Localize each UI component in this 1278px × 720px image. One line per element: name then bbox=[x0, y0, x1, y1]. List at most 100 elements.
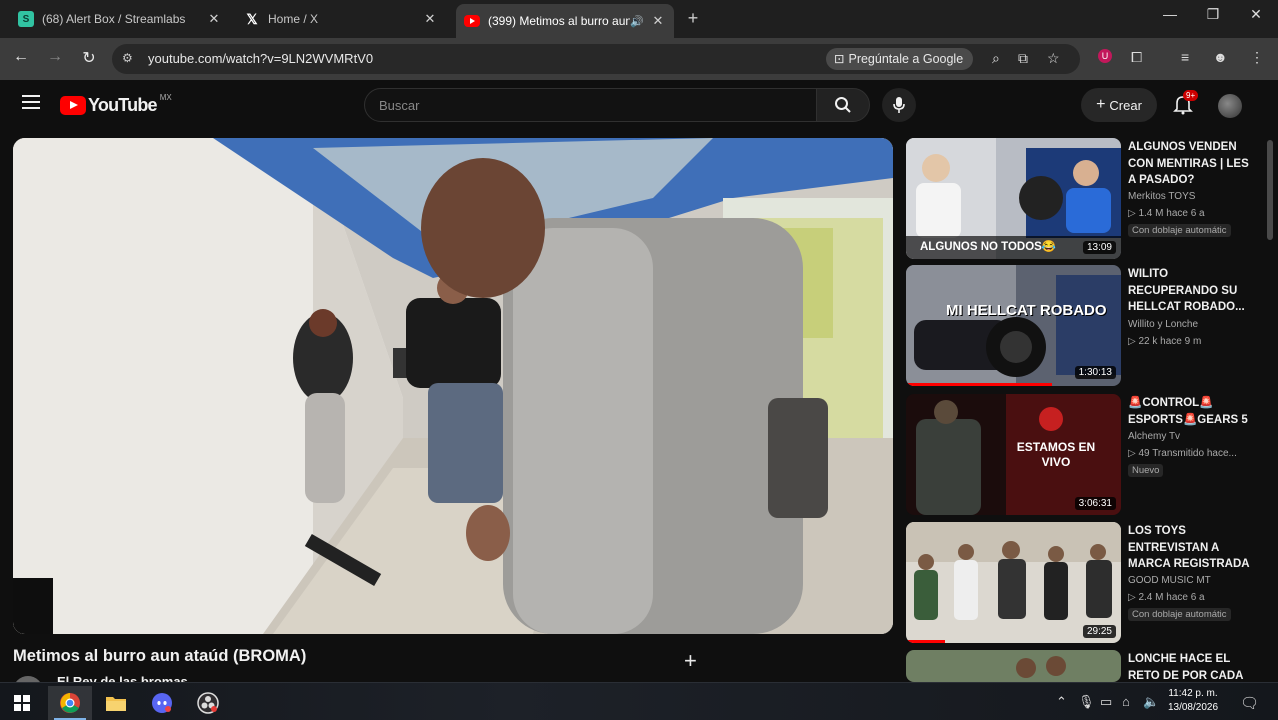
youtube-masthead: YouTube MX Buscar + Crear 9+ bbox=[0, 80, 1278, 130]
thumbnail-caption: ESTAMOS EN VIVO bbox=[1016, 440, 1096, 469]
video-player[interactable] bbox=[13, 138, 893, 634]
taskbar-discord[interactable] bbox=[140, 686, 184, 720]
notifications-center-icon[interactable]: 🗨 bbox=[1240, 694, 1259, 712]
recommendation-channel[interactable]: GOOD MUSIC MT bbox=[1128, 575, 1211, 586]
search-input[interactable]: Buscar bbox=[364, 88, 818, 122]
duration-badge: 29:25 bbox=[1082, 625, 1116, 638]
youtube-wordmark: YouTube bbox=[88, 95, 158, 115]
close-tab-icon[interactable]: ✕ bbox=[650, 13, 666, 29]
tab-youtube-active[interactable]: (399) Metimos al burro aun 🔊 ✕ bbox=[456, 4, 674, 38]
scrollbar-thumb[interactable] bbox=[1267, 140, 1273, 240]
video-thumbnail[interactable]: ALGUNOS NO TODOS😂 13:09 bbox=[906, 138, 1121, 259]
speaker-icon[interactable]: 🔊 bbox=[630, 15, 644, 28]
system-clock[interactable]: 11:42 p. m. 13/08/2026 bbox=[1162, 687, 1224, 715]
recommendation-card[interactable]: ALGUNOS NO TODOS😂 13:09 ALGUNOS VENDEN C… bbox=[906, 138, 1262, 262]
extensions-puzzle-icon[interactable]: ⧠ bbox=[1131, 49, 1142, 66]
recommendation-title[interactable]: LOS TOYS ENTREVISTAN A MARCA REGISTRADA bbox=[1128, 523, 1256, 573]
forward-button[interactable]: → bbox=[44, 48, 66, 66]
ask-google-button[interactable]: ⊡ Pregúntale a Google bbox=[826, 48, 974, 70]
obs-icon bbox=[197, 692, 219, 714]
tab-title: (68) Alert Box / Streamlabs bbox=[42, 12, 186, 26]
duration-badge: 13:09 bbox=[1082, 241, 1116, 254]
search-button[interactable] bbox=[816, 88, 870, 122]
lens-icon: ⊡ bbox=[834, 52, 845, 66]
recommendation-meta: ▷ 22 k hace 9 m bbox=[1128, 336, 1202, 347]
restore-button[interactable]: ❐ bbox=[1198, 6, 1228, 23]
country-code: MX bbox=[159, 93, 172, 102]
browser-tab-strip: S (68) Alert Box / Streamlabs ✕ 𝕏 Home /… bbox=[0, 0, 1278, 38]
ask-google-label: Pregúntale a Google bbox=[848, 52, 964, 66]
minimize-button[interactable]: — bbox=[1155, 6, 1185, 22]
windows-logo-icon bbox=[14, 695, 30, 711]
address-bar[interactable]: ⚙ youtube.com/watch?v=9LN2WVMRtV0 ⊡ Pregú… bbox=[112, 44, 1080, 74]
battery-icon[interactable]: ▭ bbox=[1100, 694, 1112, 710]
url-text[interactable]: youtube.com/watch?v=9LN2WVMRtV0 bbox=[148, 51, 373, 66]
extension-icon[interactable]: U bbox=[1098, 49, 1112, 63]
back-button[interactable]: ← bbox=[10, 48, 32, 66]
taskbar-obs[interactable] bbox=[186, 686, 230, 720]
menu-icon[interactable] bbox=[22, 95, 40, 113]
browser-toolbar: ← → ↻ ⚙ youtube.com/watch?v=9LN2WVMRtV0 … bbox=[0, 38, 1278, 80]
recommendation-card[interactable]: ESTAMOS EN VIVO 3:06:31 🚨CONTROL🚨 ESPORT… bbox=[906, 394, 1262, 518]
windows-taskbar: ⌃ 🎙 ▭ ⌂ 🔈 11:42 p. m. 13/08/2026 🗨 bbox=[0, 682, 1278, 720]
new-tab-button[interactable]: + bbox=[683, 8, 703, 29]
reload-button[interactable]: ↻ bbox=[78, 48, 100, 68]
tab-title: Home / X bbox=[268, 12, 319, 26]
profile-icon[interactable]: ☻ bbox=[1213, 49, 1228, 65]
recommendation-card[interactable]: 29:25 LOS TOYS ENTREVISTAN A MARCA REGIS… bbox=[906, 522, 1262, 646]
taskbar-file-explorer[interactable] bbox=[94, 686, 138, 720]
recommendation-title[interactable]: ALGUNOS VENDEN CON MENTIRAS | LES A PASA… bbox=[1128, 139, 1256, 189]
recommendation-title[interactable]: WILITO RECUPERANDO SU HELLCAT ROBADO... bbox=[1128, 266, 1256, 316]
tab-streamlabs[interactable]: S (68) Alert Box / Streamlabs ✕ bbox=[10, 4, 230, 34]
thumbnail-caption: MI HELLCAT ROBADO bbox=[946, 302, 1107, 319]
close-tab-icon[interactable]: ✕ bbox=[422, 11, 438, 27]
tab-title: (399) Metimos al burro aun bbox=[488, 14, 631, 28]
tab-x-home[interactable]: 𝕏 Home / X ✕ bbox=[236, 4, 446, 34]
create-button[interactable]: + Crear bbox=[1081, 88, 1157, 122]
thumbnail-caption: ALGUNOS NO TODOS😂 bbox=[920, 241, 1057, 253]
chrome-menu-icon[interactable]: ⋮ bbox=[1250, 49, 1264, 66]
video-thumbnail[interactable]: ESTAMOS EN VIVO 3:06:31 bbox=[906, 394, 1121, 515]
video-title: Metimos al burro aun ataúd (BROMA) bbox=[13, 647, 307, 665]
x-logo-icon: 𝕏 bbox=[246, 10, 258, 27]
youtube-play-icon bbox=[60, 96, 86, 115]
search-icon bbox=[835, 97, 851, 113]
media-controls-icon[interactable]: ≡ bbox=[1181, 49, 1189, 65]
zoom-icon[interactable]: ⌕ bbox=[992, 50, 1000, 67]
voice-search-button[interactable] bbox=[882, 88, 916, 122]
account-avatar[interactable] bbox=[1218, 94, 1242, 118]
microphone-icon bbox=[893, 97, 905, 113]
bookmark-star-icon[interactable]: ☆ bbox=[1047, 50, 1060, 67]
show-hidden-icons-chevron[interactable]: ⌃ bbox=[1056, 694, 1067, 710]
start-button[interactable] bbox=[0, 686, 44, 720]
page-scrollbar[interactable] bbox=[1266, 130, 1274, 680]
recommendation-channel[interactable]: Alchemy Tv bbox=[1128, 431, 1180, 442]
clock-time: 11:42 p. m. bbox=[1168, 688, 1218, 699]
site-info-icon[interactable]: ⚙ bbox=[122, 51, 133, 65]
recommendation-channel[interactable]: Willito y Lonche bbox=[1128, 319, 1198, 330]
youtube-icon bbox=[464, 15, 480, 27]
close-window-button[interactable]: ✕ bbox=[1241, 6, 1271, 23]
video-thumbnail[interactable] bbox=[906, 650, 1121, 682]
youtube-logo[interactable]: YouTube MX bbox=[60, 93, 172, 116]
recommendation-channel[interactable]: Merkitos TOYS bbox=[1128, 191, 1195, 202]
clock-date: 13/08/2026 bbox=[1167, 702, 1219, 713]
recommendation-card[interactable]: MI HELLCAT ROBADO 1:30:13 WILITO RECUPER… bbox=[906, 265, 1262, 389]
watch-progress-bar bbox=[906, 640, 945, 643]
recommendation-meta: ▷ 2.4 M hace 6 a bbox=[1128, 592, 1205, 603]
microphone-tray-icon[interactable]: 🎙 bbox=[1078, 694, 1095, 710]
recommendation-card[interactable]: LONCHE HACE EL RETO DE POR CADA bbox=[906, 650, 1262, 682]
recommendation-title[interactable]: LONCHE HACE EL RETO DE POR CADA bbox=[1128, 651, 1256, 682]
recommendation-meta: ▷ 49 Transmitido hace... bbox=[1128, 448, 1237, 459]
duration-badge: 1:30:13 bbox=[1074, 366, 1116, 379]
dubbing-badge: Con doblaje automátic bbox=[1128, 224, 1231, 237]
video-thumbnail[interactable]: 29:25 bbox=[906, 522, 1121, 643]
volume-icon[interactable]: 🔈 bbox=[1143, 694, 1159, 710]
recommendation-title[interactable]: 🚨CONTROL🚨 ESPORTS🚨GEARS 5 bbox=[1128, 395, 1256, 428]
video-thumbnail[interactable]: MI HELLCAT ROBADO 1:30:13 bbox=[906, 265, 1121, 386]
network-icon[interactable]: ⌂ bbox=[1122, 694, 1130, 709]
taskbar-chrome[interactable] bbox=[48, 686, 92, 720]
discord-icon bbox=[152, 693, 172, 713]
install-app-icon[interactable]: ⧉ bbox=[1018, 50, 1028, 67]
close-tab-icon[interactable]: ✕ bbox=[206, 11, 222, 27]
